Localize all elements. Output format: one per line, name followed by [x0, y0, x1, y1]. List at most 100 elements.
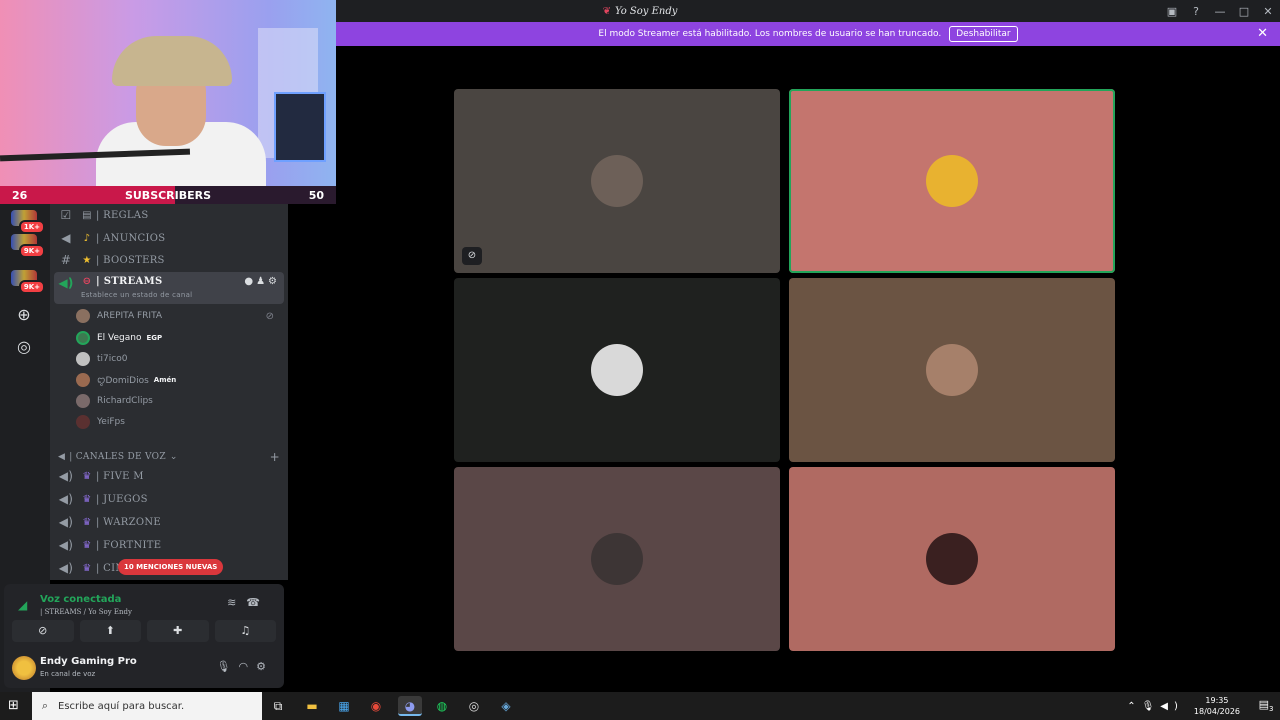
clock[interactable]: 19:35 18/04/2026	[1194, 695, 1240, 717]
disable-streamer-button[interactable]: Deshabilitar	[949, 26, 1018, 42]
user-name: RichardClips	[97, 396, 153, 406]
bell-icon: ♪	[83, 232, 91, 244]
volume-icon[interactable]: ◀)	[1160, 701, 1184, 712]
minimize-icon[interactable]: —	[1208, 5, 1232, 18]
voice-user[interactable]: ti7ico0	[76, 349, 280, 369]
settings-gear-icon[interactable]: ⚙	[268, 276, 280, 287]
add-server-icon[interactable]: ⊕	[13, 304, 35, 326]
share-screen-button[interactable]: ⬆	[79, 620, 141, 642]
channel-name: | WARZONE	[96, 516, 161, 528]
subs-label: SUBSCRIBERS	[124, 188, 212, 202]
server-icon-2[interactable]: 9K+	[9, 232, 45, 258]
camera-off-icon: ⊘	[38, 624, 48, 637]
user-name: AREPITA FRITA	[97, 311, 163, 321]
microphone-icon[interactable]: 🎙	[217, 660, 239, 673]
chat-icon[interactable]: ●	[244, 276, 256, 287]
camera-off-button[interactable]: ⊘	[12, 620, 74, 642]
channel-boosters[interactable]: # ★ | BOOSTERS	[54, 250, 284, 270]
voice-channel-juegos[interactable]: ◀) ♛ | JUEGOS	[54, 489, 284, 509]
channel-name: | ANUNCIOS	[96, 232, 166, 244]
webcam-overlay: 26 SUBSCRIBERS 50	[0, 0, 336, 204]
invite-icon[interactable]: ♟	[256, 276, 268, 287]
discord-icon[interactable]: ◕	[398, 696, 422, 716]
user-name[interactable]: Endy Gaming Pro	[40, 656, 137, 667]
voice-user[interactable]: ꨄDomiDios Amén	[76, 370, 280, 390]
system-tray: ⌃🎙◀) 19:35 18/04/2026 ▤3	[1127, 692, 1280, 720]
help-icon[interactable]: ?	[1184, 5, 1208, 18]
headphones-icon[interactable]: ◠	[239, 660, 257, 673]
banner-close-icon[interactable]: ✕	[1257, 26, 1268, 41]
obs-icon[interactable]: ◎	[462, 696, 486, 716]
voice-channel-warzone[interactable]: ◀) ♛ | WARZONE	[54, 512, 284, 532]
disconnect-icon[interactable]: ☎	[246, 596, 270, 609]
channel-reglas[interactable]: ☑ ▤ | REGLAS	[54, 205, 284, 225]
voice-channel-path[interactable]: | STREAMS / Yo Soy Endy	[40, 608, 132, 616]
speaker-icon: ◀)	[58, 492, 74, 506]
close-icon[interactable]: ✕	[1256, 5, 1280, 18]
store-icon[interactable]: ▦	[332, 696, 356, 716]
user-name: ꨄDomiDios	[97, 375, 149, 386]
chevron-down-icon: ⌄	[169, 452, 178, 462]
voice-status[interactable]: Voz conectada	[40, 594, 121, 605]
hash-icon: #	[60, 253, 72, 267]
channel-anuncios[interactable]: ◀ ♪ | ANUNCIOS	[54, 228, 284, 248]
file-explorer-icon[interactable]: ▬	[300, 696, 324, 716]
voice-channel-fortnite[interactable]: ◀) ♛ | FORTNITE	[54, 535, 284, 555]
spotify-icon[interactable]: ◍	[430, 696, 454, 716]
voice-user[interactable]: YeiFps	[76, 412, 280, 432]
server-icon-1[interactable]: 1K+	[9, 208, 45, 234]
soundboard-icon: ♫	[240, 624, 251, 637]
video-tile[interactable]	[789, 467, 1115, 651]
taskbar-search[interactable]: ⌕ Escribe aquí para buscar.	[32, 692, 262, 720]
video-tile[interactable]	[789, 89, 1115, 273]
soundboard-button[interactable]: ♫	[214, 620, 276, 642]
signal-icon[interactable]: ◢	[18, 598, 27, 612]
server-icon-3[interactable]: 9K+	[9, 268, 45, 294]
windows-start-icon[interactable]: ⊞	[8, 698, 24, 714]
window-title-text: Yo Soy Endy	[614, 5, 678, 17]
notification-count: 3	[1268, 705, 1274, 714]
no-entry-icon: ⊖	[82, 276, 92, 287]
chevron-up-icon[interactable]: ⌃	[1127, 701, 1141, 712]
search-icon: ⌕	[41, 699, 49, 712]
voice-category-header[interactable]: ◀ | CANALES DE VOZ ⌄ +	[58, 448, 284, 466]
inbox-icon[interactable]: ▣	[1160, 5, 1184, 18]
banner-text: El modo Streamer está habilitado. Los no…	[598, 29, 942, 39]
video-tile[interactable]	[454, 278, 780, 462]
tray-icons: ⌃🎙◀)	[1127, 701, 1184, 712]
voice-user[interactable]: El Vegano EGP	[76, 328, 280, 348]
activities-button[interactable]: ✚	[147, 620, 209, 642]
voice-channel-five-m[interactable]: ◀) ♛ | FIVE M	[54, 466, 284, 486]
avatar	[76, 415, 90, 429]
user-settings-gear-icon[interactable]: ⚙	[256, 660, 274, 673]
video-tile[interactable]: ⊘	[454, 89, 780, 273]
notifications-icon[interactable]: ▤3	[1252, 698, 1280, 713]
channel-status-hint[interactable]: Establece un estado de canal	[81, 291, 192, 299]
participant-avatar	[591, 533, 643, 585]
channel-streams[interactable]: ◀) ⊖ | STREAMS Establece un estado de ca…	[54, 272, 284, 304]
avatar[interactable]	[12, 656, 36, 680]
participant-avatar	[926, 344, 978, 396]
noise-suppression-icon[interactable]: ≋	[227, 596, 246, 609]
participant-avatar	[591, 344, 643, 396]
voice-connection-panel: ◢ Voz conectada | STREAMS / Yo Soy Endy …	[4, 584, 284, 688]
discover-icon[interactable]: ◎	[13, 336, 35, 358]
video-tile[interactable]	[454, 467, 780, 651]
voice-user[interactable]: AREPITA FRITA ⊘	[76, 306, 280, 326]
voice-speaker-icon: ◀)	[58, 276, 74, 290]
participant-avatar	[591, 155, 643, 207]
chrome-icon[interactable]: ◉	[364, 696, 388, 716]
tray-mic-icon[interactable]: 🎙	[1142, 701, 1161, 712]
new-mentions-pill[interactable]: 10 MENCIONES NUEVAS	[118, 559, 224, 575]
steam-icon[interactable]: ◈	[494, 696, 518, 716]
task-view-icon[interactable]: ⧉	[266, 696, 290, 716]
share-screen-icon: ⬆	[105, 624, 115, 637]
channel-name: | FIVE M	[96, 470, 144, 482]
channel-name: | JUEGOS	[96, 493, 148, 505]
video-tile[interactable]	[789, 278, 1115, 462]
add-channel-icon[interactable]: +	[270, 450, 280, 464]
purple-emblem-icon: ♛	[82, 539, 92, 551]
maximize-icon[interactable]: □	[1232, 5, 1256, 18]
voice-user[interactable]: RichardClips	[76, 391, 280, 411]
user-tag: Amén	[153, 376, 177, 384]
